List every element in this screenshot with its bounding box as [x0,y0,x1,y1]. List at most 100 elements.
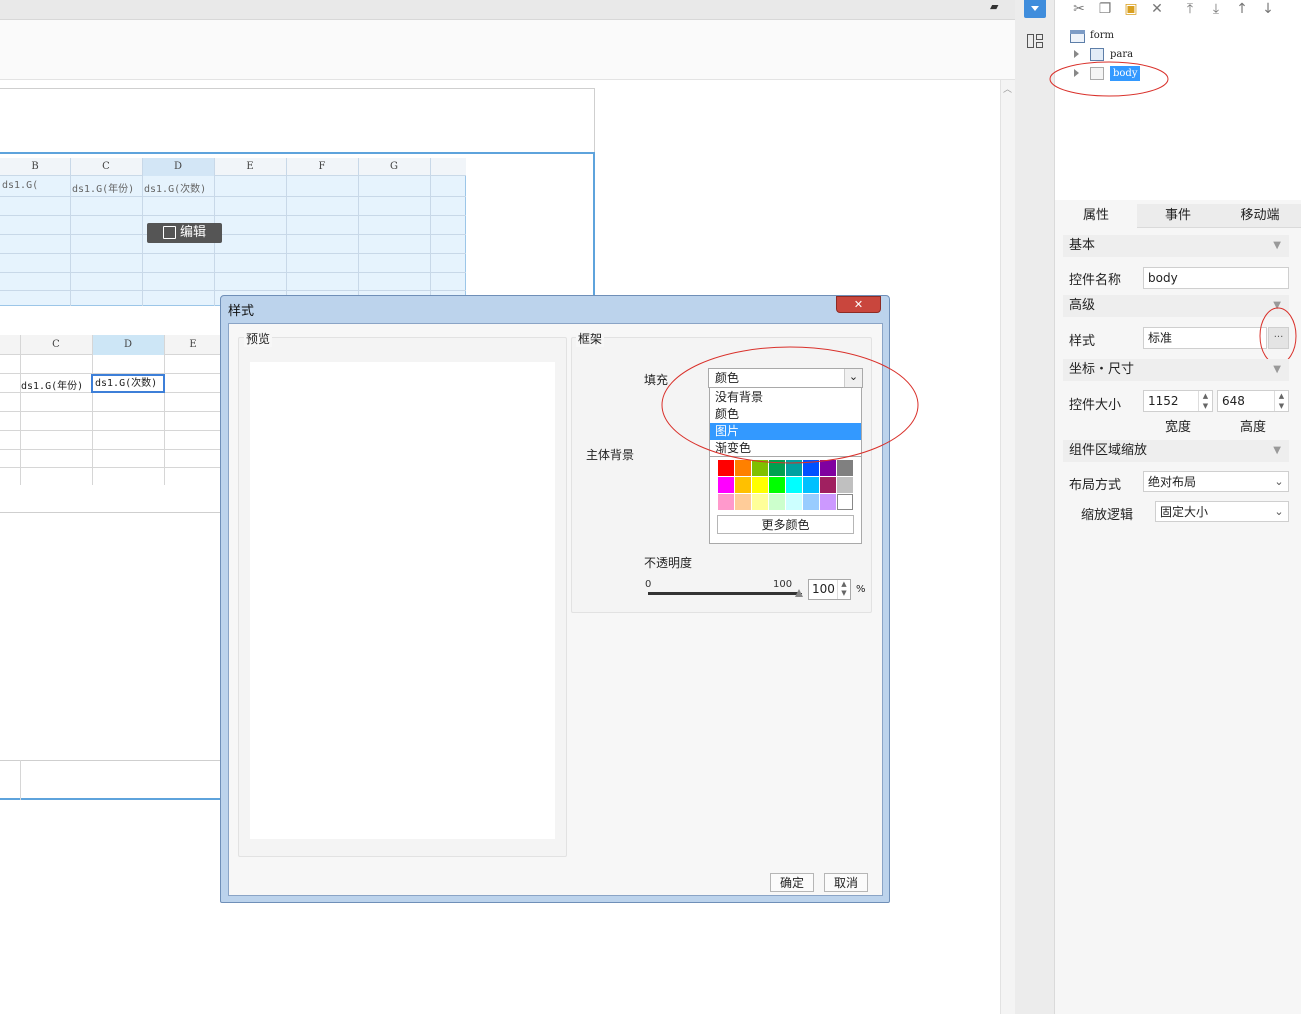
height-stepper[interactable]: 648 ▲ ▼ [1217,390,1289,412]
name-field[interactable]: body [1143,267,1289,289]
color-swatch[interactable] [735,494,751,510]
move-down-icon[interactable]: ↓ [1259,0,1277,18]
col-header-e: E [246,161,254,172]
layout-label: 布局方式 [1069,478,1122,493]
slider-min-label: 0 [645,579,652,590]
close-icon: ✕ [853,298,864,311]
annotation-circle [661,346,919,464]
section-title: 组件区域缩放 [1069,443,1148,458]
col-header-d: D [123,339,133,350]
collapse-arrow-icon: ▼ [1273,445,1281,456]
col-header-g: G [390,161,398,172]
annotation-circle [1259,307,1297,365]
color-swatch[interactable] [837,477,853,493]
section-title: 高级 [1069,298,1096,313]
side-strip [1015,0,1055,1014]
width-value: 1152 [1148,394,1179,408]
section-advanced[interactable]: 高级 ▼ [1063,295,1289,317]
tab-events[interactable]: 事件 [1137,204,1219,228]
spinner-icon[interactable]: ▲ ▼ [1198,391,1212,411]
move-top-icon[interactable]: ⤒ [1181,0,1199,18]
color-swatch[interactable] [752,494,768,510]
table-cell-selected[interactable]: ds1.G(次数) [91,374,165,393]
color-swatch[interactable] [803,494,819,510]
copy-icon[interactable]: ❐ [1096,0,1114,18]
color-swatch[interactable] [820,477,836,493]
layout-panel-icon[interactable] [1027,34,1043,50]
dialog-close-button[interactable]: ✕ [836,296,881,313]
tree-item-label: para [1110,49,1134,60]
scale-select[interactable]: 固定大小 ⌄ [1155,501,1289,522]
tab-mobile[interactable]: 移动端 [1219,204,1301,228]
cancel-button[interactable]: 取消 [824,873,868,892]
section-basic[interactable]: 基本 ▼ [1063,235,1289,257]
component-tree-tab-icon[interactable] [1024,0,1046,18]
edit-icon [163,226,176,239]
opacity-stepper[interactable]: 100 ▲ ▼ [808,579,851,600]
color-swatch[interactable] [803,477,819,493]
style-field[interactable]: 标准 [1143,327,1267,349]
spinner-icon[interactable]: ▲ ▼ [837,580,850,599]
collapse-arrow-icon: ▼ [1273,240,1281,251]
toolbar-band [0,20,1015,80]
collapse-icon[interactable]: ▰ [990,0,1004,14]
opacity-slider-fill [648,592,798,595]
scroll-up-icon[interactable]: ︿ [1002,82,1013,95]
table-cell[interactable]: ds1.G( [2,180,68,191]
annotation-circle [1049,61,1169,97]
body-bg-label: 主体背景 [586,448,635,462]
scale-label: 缩放逻辑 [1081,508,1134,523]
top-bar [0,0,1015,20]
height-caption: 高度 [1240,420,1267,435]
size-label: 控件大小 [1069,398,1122,413]
paste-icon[interactable]: ▣ [1122,0,1140,18]
color-swatch[interactable] [752,477,768,493]
table-cell[interactable]: ds1.G(次数) [144,180,214,195]
color-swatch[interactable] [786,494,802,510]
color-swatch[interactable] [769,494,785,510]
report-block-bottom[interactable] [0,335,222,513]
tree-item-label: form [1090,30,1114,41]
edit-button[interactable]: 编辑 [147,223,222,243]
preview-area [250,362,555,839]
delete-icon[interactable]: ✕ [1148,0,1166,18]
color-swatch[interactable] [786,477,802,493]
section-zoom[interactable]: 组件区域缩放 ▼ [1063,440,1289,462]
table-cell[interactable]: ds1.G(年份) [72,180,142,195]
name-label: 控件名称 [1069,273,1122,288]
ok-button[interactable]: 确定 [770,873,814,892]
opacity-slider-thumb[interactable] [795,589,803,597]
color-swatch[interactable] [718,477,734,493]
cut-icon[interactable]: ✂ [1070,0,1088,18]
scale-value: 固定大小 [1160,505,1209,519]
move-bottom-icon[interactable]: ⤓ [1207,0,1225,18]
color-swatch[interactable] [769,477,785,493]
width-caption: 宽度 [1165,420,1192,435]
color-swatch[interactable] [735,477,751,493]
canvas-scrollbar[interactable] [1000,80,1015,1014]
expand-arrow-icon[interactable] [1074,50,1079,58]
chevron-down-icon: ⌄ [1274,475,1284,488]
dialog-title: 样式 [228,304,255,319]
opacity-value: 100 [812,582,835,596]
width-stepper[interactable]: 1152 ▲ ▼ [1143,390,1213,412]
table-cell[interactable]: ds1.G(年份) [21,377,92,392]
tab-properties[interactable]: 属性 [1055,204,1137,228]
color-swatch[interactable] [718,494,734,510]
tree-item-form[interactable]: form [1070,29,1150,45]
section-coords[interactable]: 坐标・尺寸 ▼ [1063,359,1289,381]
move-up-icon[interactable]: ↑ [1233,0,1251,18]
color-swatch[interactable] [837,494,853,510]
chevron-down-icon: ⌄ [1274,505,1284,518]
col-header-d: D [173,161,183,172]
layout-select[interactable]: 绝对布局 ⌄ [1143,471,1289,492]
frame-label: 框架 [576,330,605,347]
para-frame [0,88,595,154]
spinner-icon[interactable]: ▲ ▼ [1274,391,1288,411]
opacity-label: 不透明度 [644,556,693,570]
collapse-arrow-icon: ▼ [1273,364,1281,375]
col-header-c: C [102,161,110,172]
footer-row [0,760,222,800]
color-swatch[interactable] [820,494,836,510]
more-colors-button[interactable]: 更多颜色 [717,515,854,534]
